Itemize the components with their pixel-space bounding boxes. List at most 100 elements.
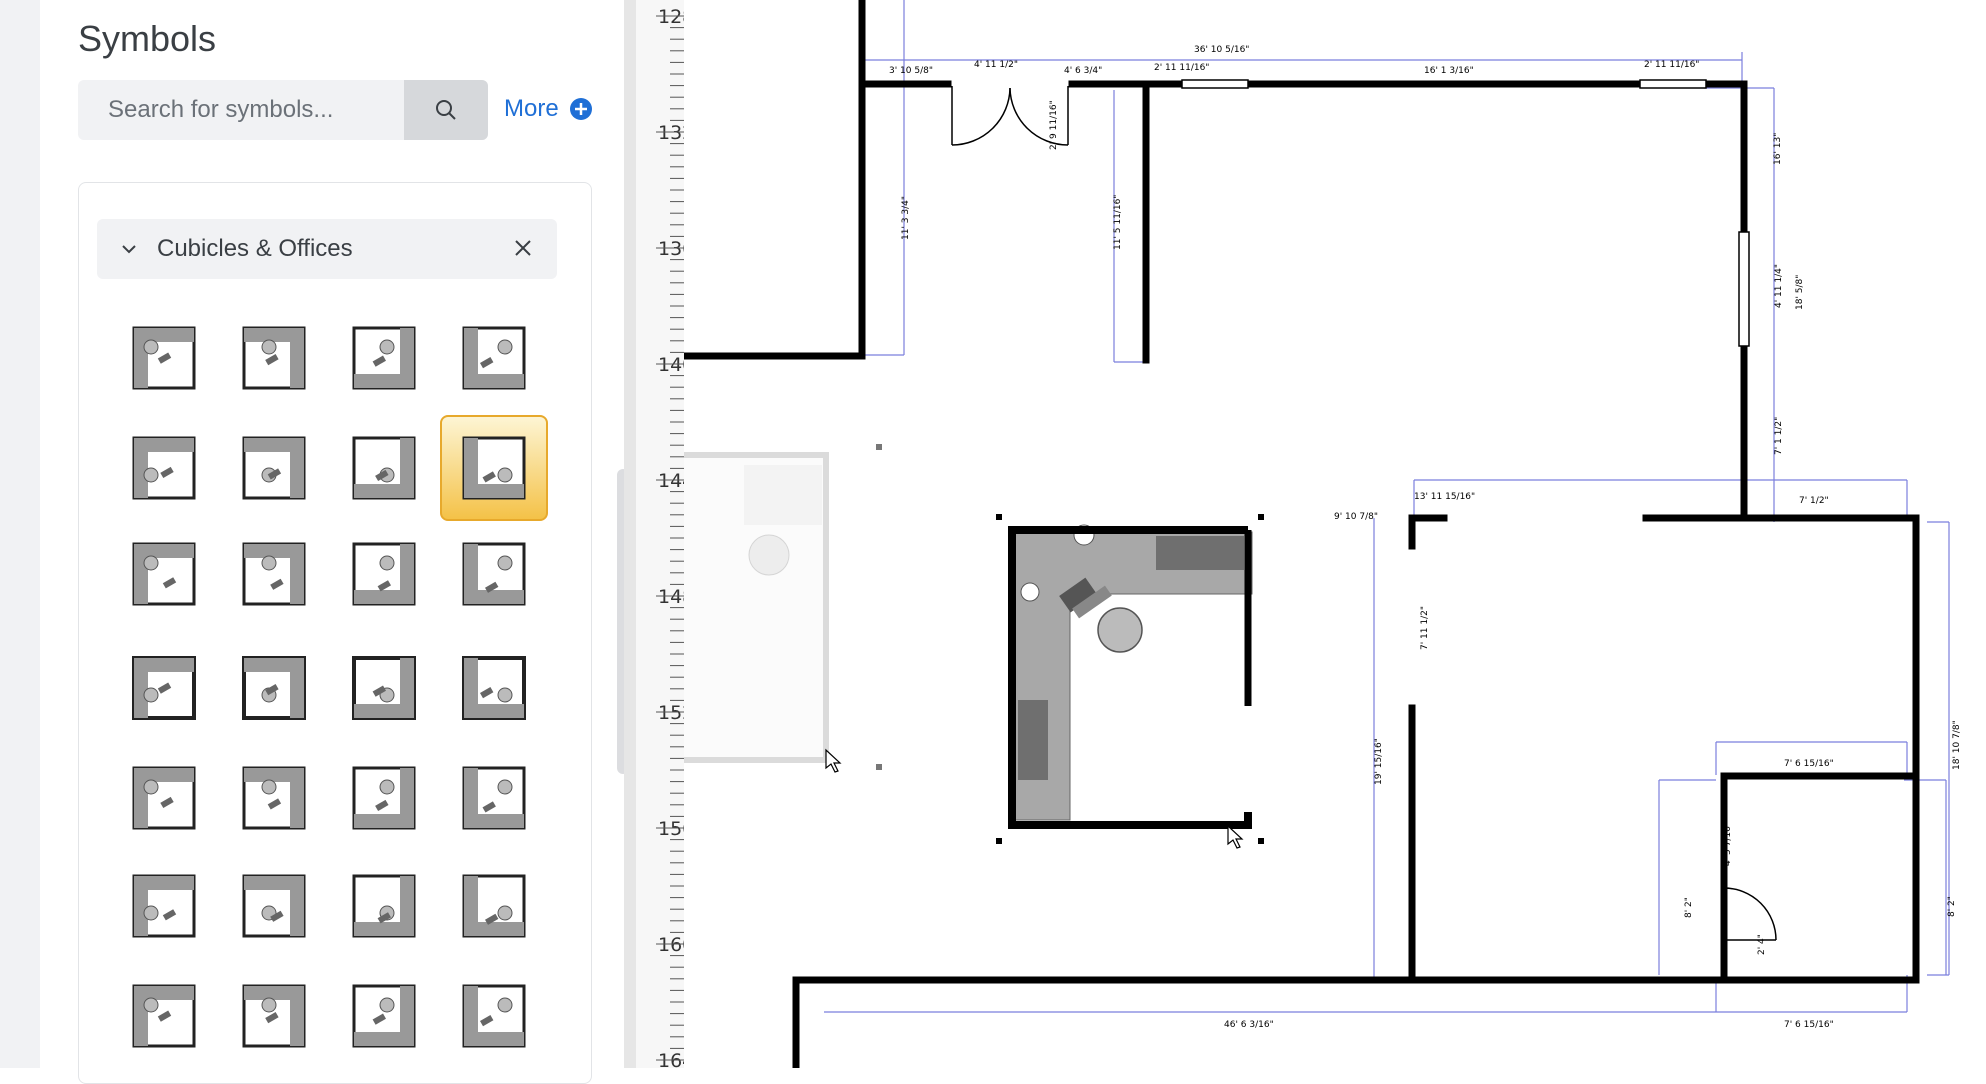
cubicle-symbol-icon: [132, 656, 196, 720]
symbols-panel: Symbols More Cubicles & Offices: [40, 0, 629, 1084]
dimension-label: 11' 3 3/4": [901, 196, 911, 240]
dimension-label: 13' 11 15/16": [1414, 492, 1475, 502]
search-box: [78, 80, 488, 140]
symbol-thumbnail[interactable]: [220, 305, 328, 411]
symbol-thumbnail[interactable]: [110, 745, 218, 851]
cubicle-symbol-icon: [242, 326, 306, 390]
symbol-thumbnail[interactable]: [440, 745, 548, 851]
left-toolbar-strip: [0, 0, 40, 1068]
dimension-label: 46' 6 3/16": [1224, 1020, 1274, 1030]
cubicle-symbol-icon: [462, 326, 526, 390]
symbol-thumbnail[interactable]: [220, 415, 328, 521]
cubicle-symbol-icon: [132, 984, 196, 1048]
more-button[interactable]: More: [504, 95, 593, 123]
cubicle-symbol-icon: [242, 874, 306, 938]
symbol-thumbnail[interactable]: [440, 305, 548, 411]
symbol-thumbnail[interactable]: [110, 521, 218, 627]
symbol-thumbnail[interactable]: [440, 415, 548, 521]
dimension-label: 11' 5 11/16": [1113, 195, 1123, 250]
symbol-thumbnail[interactable]: [330, 853, 438, 959]
symbol-thumbnail[interactable]: [220, 745, 328, 851]
dimension-label: 19' 15/16": [1374, 738, 1384, 785]
dimension-label: 2' 4": [1757, 934, 1767, 955]
dimension-label: 4' 5 7/16": [1723, 822, 1733, 866]
cubicle-symbol-icon: [352, 436, 416, 500]
dimension-label: 18' 10 7/8": [1952, 720, 1962, 770]
ruler-ticks: [656, 15, 684, 1061]
windows: [1181, 79, 1750, 347]
dimension-label: 3' 10 5/8": [889, 66, 933, 76]
symbol-thumbnail[interactable]: [440, 963, 548, 1069]
cubicle-symbol-icon: [462, 984, 526, 1048]
library-title: Cubicles & Offices: [157, 235, 353, 262]
dimension-label: 16' 1 3/16": [1424, 66, 1474, 76]
more-label: More: [504, 95, 559, 122]
symbol-thumbnail[interactable]: [330, 745, 438, 851]
cubicle-symbol-icon: [132, 436, 196, 500]
chevron-down-icon[interactable]: [119, 239, 139, 259]
cubicle-symbol-icon: [242, 656, 306, 720]
cubicle-symbol-icon: [242, 542, 306, 606]
dimension-label: 2' 11 11/16": [1154, 63, 1209, 73]
library-header[interactable]: Cubicles & Offices: [97, 219, 557, 279]
cubicle-symbol-icon: [352, 656, 416, 720]
cubicle-symbol-icon: [462, 436, 526, 500]
cubicle-symbol-icon: [462, 542, 526, 606]
symbol-thumbnail[interactable]: [330, 415, 438, 521]
dimension-label: 9' 10 7/8": [1334, 512, 1378, 522]
dimension-label: 7' 6 15/16": [1784, 1020, 1834, 1030]
cubicle-symbol-icon: [462, 656, 526, 720]
cubicle-symbol-icon: [352, 984, 416, 1048]
floor-plan-canvas[interactable]: 36' 10 5/16" 3' 10 5/8" 4' 11 1/2" 4' 6 3/4…: [614, 0, 1986, 1072]
cubicle-symbol-icon: [242, 436, 306, 500]
dimension-label: 4' 11 1/2": [974, 60, 1018, 70]
dimension-label: 7' 1/2": [1799, 496, 1829, 506]
selected-cubicle[interactable]: [1008, 524, 1253, 829]
symbol-thumbnail[interactable]: [110, 963, 218, 1069]
floor-plan-drawing[interactable]: 36' 10 5/16" 3' 10 5/8" 4' 11 1/2" 4' 6 3/4…: [614, 0, 1986, 1072]
symbol-thumbnail[interactable]: [220, 963, 328, 1069]
symbol-thumbnail[interactable]: [330, 305, 438, 411]
cubicle-symbol-icon: [462, 874, 526, 938]
cubicle-symbol-icon: [242, 984, 306, 1048]
cubicle-symbol-icon: [132, 766, 196, 830]
dimension-label: 16' 13": [1773, 133, 1783, 165]
plus-circle-icon: [569, 98, 592, 120]
panel-title: Symbols: [78, 18, 217, 59]
symbol-thumbnail[interactable]: [440, 521, 548, 627]
dimension-label: 36' 10 5/16": [1194, 45, 1249, 55]
dimension-label: 7' 1 1/2": [1774, 417, 1784, 455]
search-icon: [436, 100, 456, 120]
symbol-thumbnail[interactable]: [220, 521, 328, 627]
search-button[interactable]: [404, 80, 488, 140]
symbol-thumbnail[interactable]: [110, 635, 218, 741]
ghost-cubicle: [621, 452, 829, 763]
cubicle-symbol-icon: [242, 766, 306, 830]
walls: [680, 0, 1920, 1072]
search-input[interactable]: [78, 80, 378, 140]
symbol-thumbnail[interactable]: [330, 521, 438, 627]
symbol-thumbnail[interactable]: [440, 635, 548, 741]
dimension-label: 7' 11 1/2": [1420, 606, 1430, 650]
dimension-label: 8' 2": [1947, 896, 1957, 917]
symbol-thumbnail[interactable]: [110, 305, 218, 411]
dimension-label: 18' 5/8": [1795, 275, 1805, 310]
cubicle-symbol-icon: [132, 542, 196, 606]
dimension-label: 8' 2": [1684, 897, 1694, 918]
symbol-thumbnail[interactable]: [220, 853, 328, 959]
symbol-thumbnail[interactable]: [110, 853, 218, 959]
close-icon[interactable]: [512, 237, 534, 259]
symbol-thumbnail[interactable]: [330, 635, 438, 741]
symbol-thumbnail[interactable]: [330, 963, 438, 1069]
symbol-thumbnail[interactable]: [220, 635, 328, 741]
cubicle-symbol-icon: [462, 766, 526, 830]
cubicle-symbol-icon: [352, 874, 416, 938]
cubicle-symbol-icon: [352, 542, 416, 606]
vertical-ruler: 128 132 136 140 144 148 152 156 160 164: [624, 0, 694, 1072]
dimension-label: 7' 6 15/16": [1784, 759, 1834, 769]
symbol-thumbnail[interactable]: [110, 415, 218, 521]
single-door: [1723, 887, 1777, 941]
cubicle-symbol-icon: [352, 326, 416, 390]
dimension-label: 2' 11 11/16": [1644, 60, 1699, 70]
symbol-thumbnail[interactable]: [440, 853, 548, 959]
